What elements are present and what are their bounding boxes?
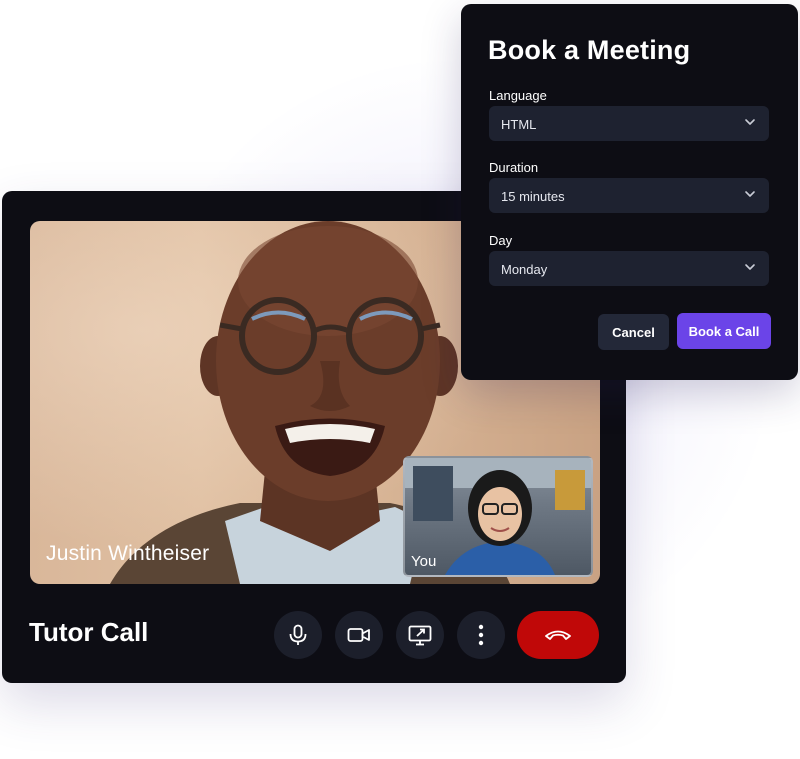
chevron-down-icon [745,191,755,197]
call-title: Tutor Call [29,617,149,647]
microphone-icon [289,624,307,645]
self-label: You [411,553,437,570]
screen-share-icon [408,625,432,646]
screen-share-button[interactable] [396,611,444,659]
duration-select[interactable]: 15 minutes [489,178,769,213]
duration-label: Duration [489,160,539,175]
duration-value: 15 minutes [501,189,565,204]
chevron-down-icon [745,264,755,270]
book-meeting-dialog: Book a Meeting Language HTML Duration 15… [461,4,798,380]
day-label: Day [489,233,513,248]
day-select[interactable]: Monday [489,251,769,286]
microphone-button[interactable] [274,611,322,659]
camera-icon [347,628,370,642]
book-call-button[interactable]: Book a Call [677,313,771,349]
language-value: HTML [501,117,537,132]
more-options-button[interactable] [457,611,505,659]
language-label: Language [489,88,547,103]
chevron-down-icon [745,119,755,125]
participant-name: Justin Wintheiser [46,542,210,565]
camera-button[interactable] [335,611,383,659]
more-vertical-icon [478,624,484,646]
end-call-button[interactable] [517,611,599,659]
end-call-icon [545,630,571,640]
day-value: Monday [501,262,548,277]
self-view: You [403,456,593,577]
dialog-title: Book a Meeting [488,35,691,65]
language-select[interactable]: HTML [489,106,769,141]
cancel-button[interactable]: Cancel [598,314,669,350]
